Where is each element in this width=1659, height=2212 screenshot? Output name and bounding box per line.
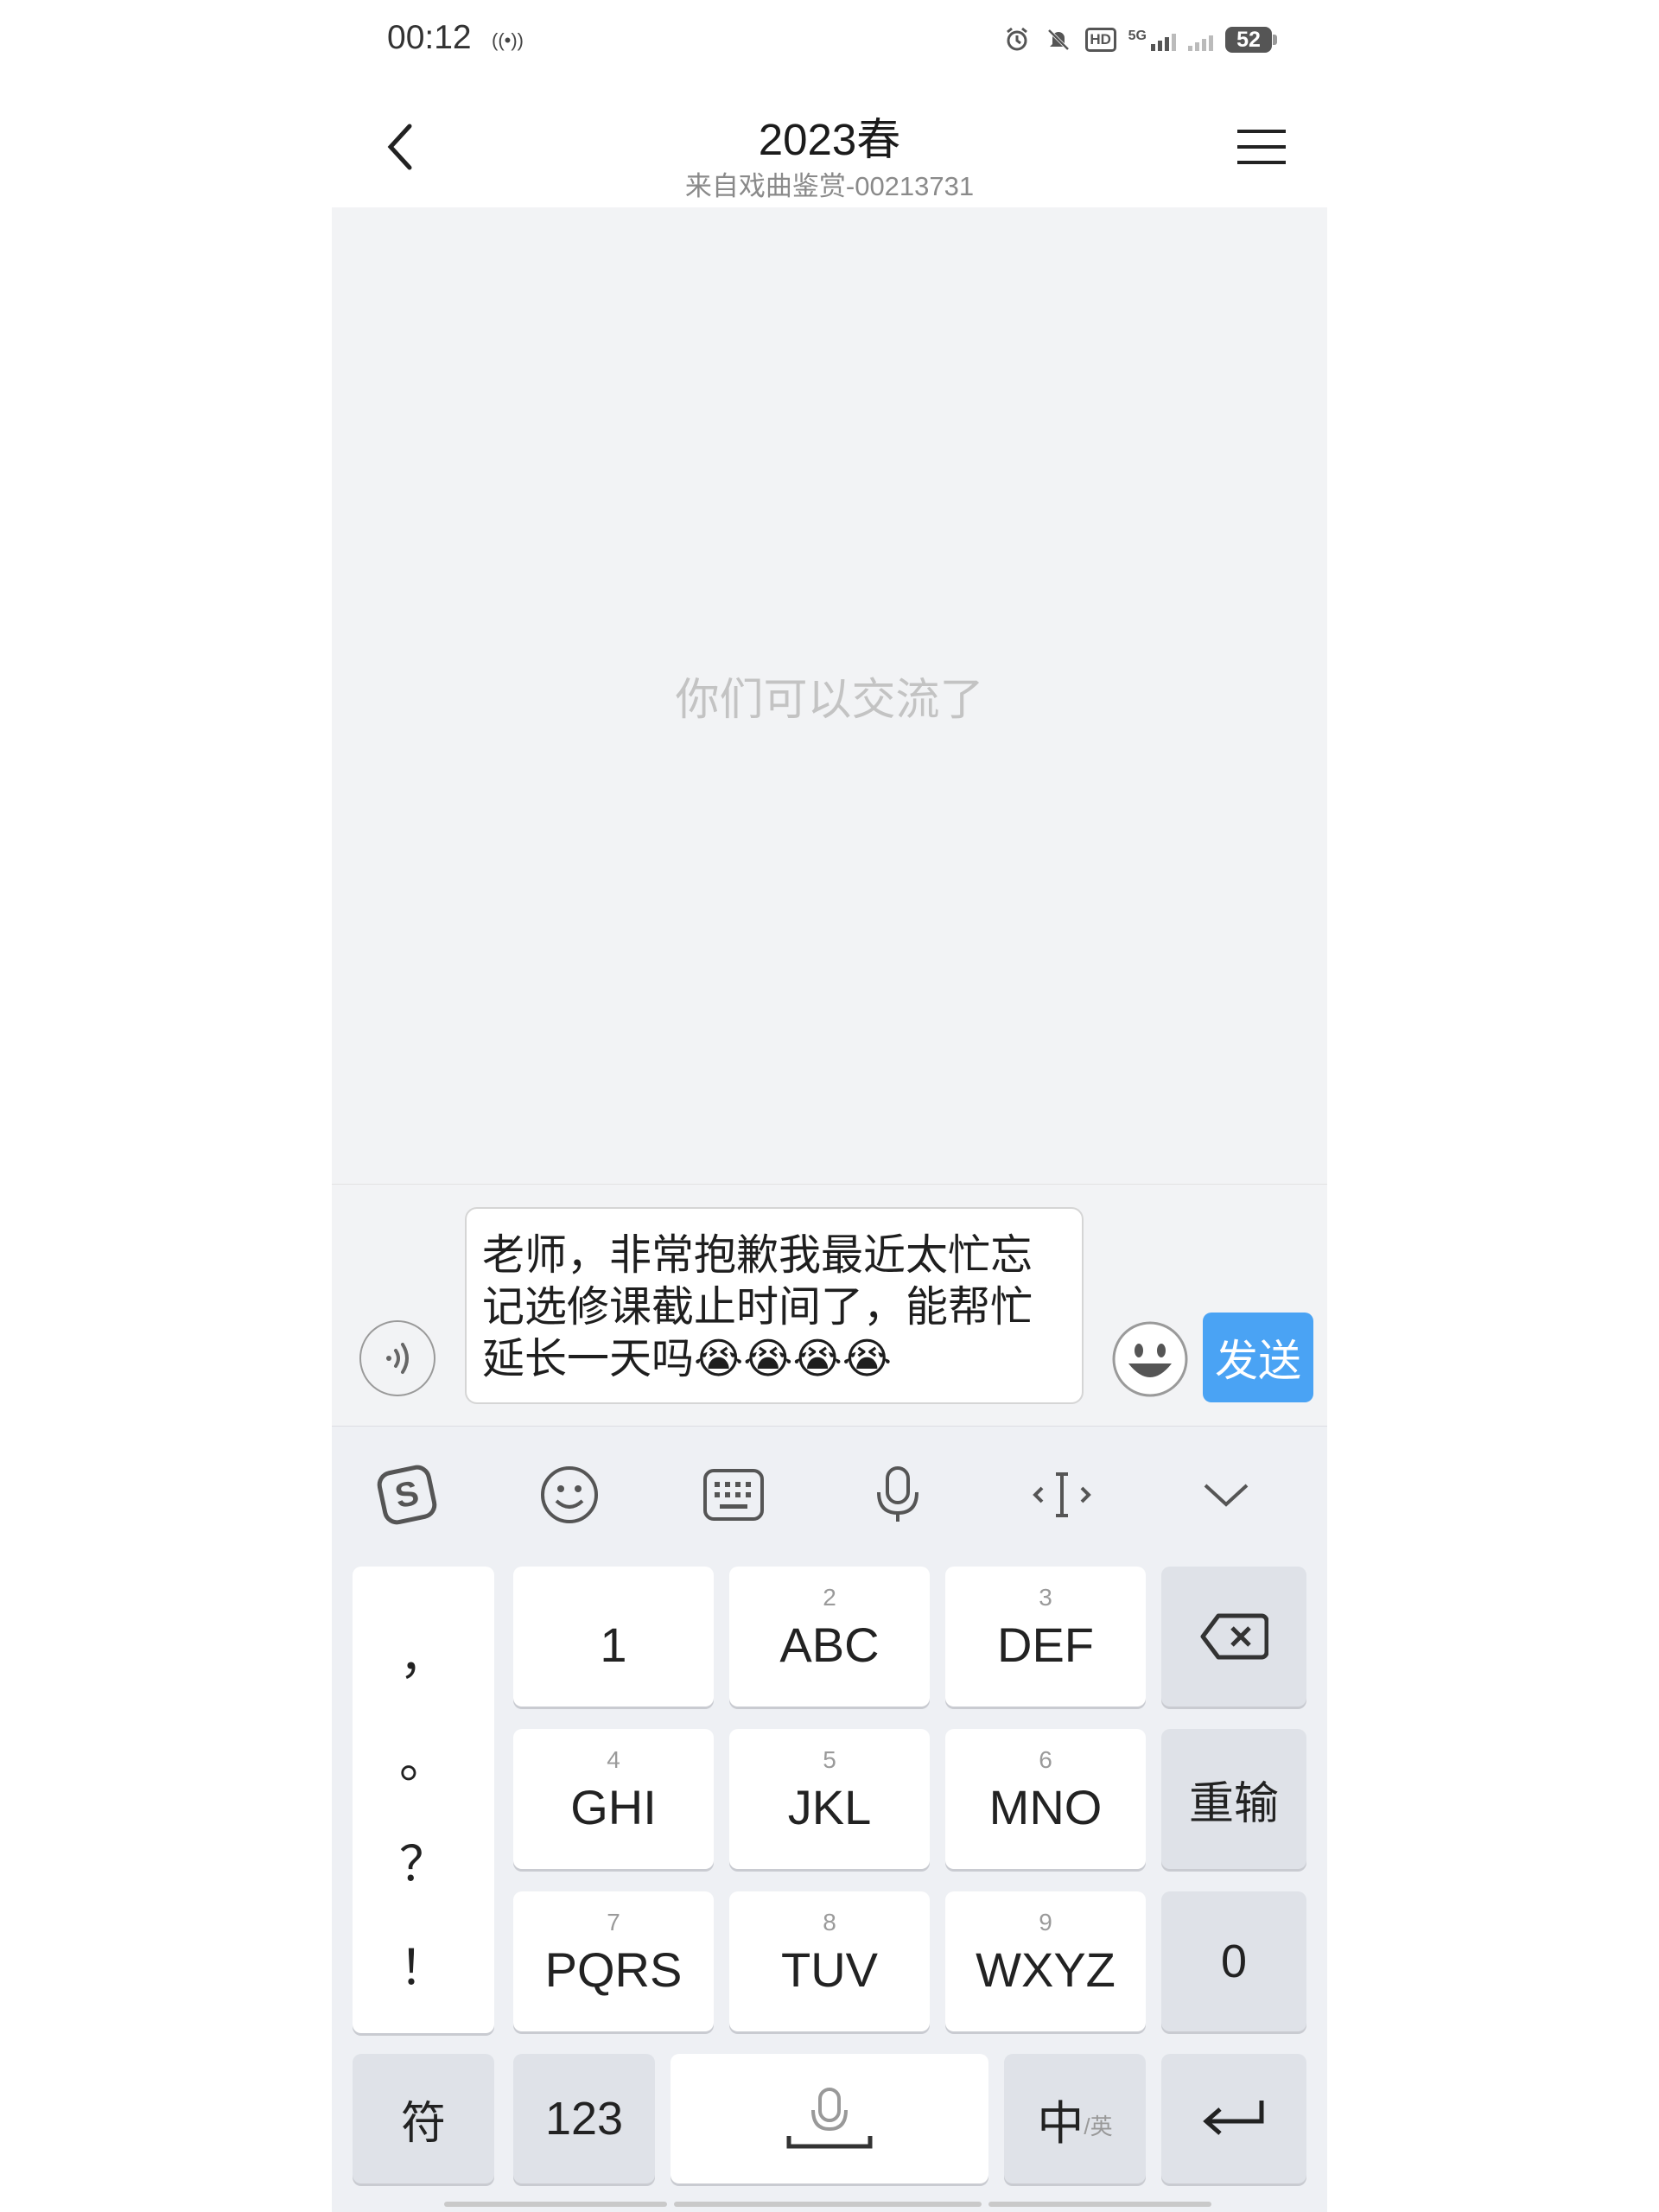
nfc-icon: ((•)) [492,29,524,51]
empty-chat-hint: 你们可以交流了 [675,675,984,724]
ime-keyboard: S ， 。 ？ ！ 1 2 ABC 3 DEF 4 GHI 5 JKL 6 MN… [332,1426,1327,2212]
key-1[interactable]: 1 [513,1567,714,1707]
space-key[interactable] [671,2054,988,2183]
chat-area[interactable]: 你们可以交流了 [332,207,1327,1184]
key-wxyz[interactable]: 9 WXYZ [945,1891,1146,2031]
key-abc[interactable]: 2 ABC [729,1567,930,1707]
status-bar: 00:12 ((•)) HD 5G 52 [332,0,1327,78]
space-mic-icon [786,2088,873,2149]
key-tuv[interactable]: 8 TUV [729,1891,930,2031]
composer-bar: 老师，非常抱歉我最近太忙忘记选修课截止时间了，能帮忙延长一天吗😭😭😭😭 发送 [332,1184,1327,1427]
keyboard-toolbar: S [332,1427,1327,1556]
mute-icon [1044,25,1073,54]
svg-text:S: S [391,1474,422,1516]
keyboard-icon[interactable] [695,1456,772,1534]
emoji-button[interactable] [1111,1320,1189,1398]
sogou-logo-icon[interactable]: S [368,1456,446,1534]
enter-key[interactable] [1161,2054,1306,2183]
key-ghi[interactable]: 4 GHI [513,1729,714,1869]
phone-screen: 00:12 ((•)) HD 5G 52 2023春 来自戏曲鉴赏-002137… [332,0,1327,2212]
punct-exclaim[interactable]: ！ [353,1929,494,1999]
punctuation-column: ， 。 ？ ！ [353,1567,494,2033]
punct-period[interactable]: 。 [353,1722,494,1792]
cursor-icon[interactable] [1023,1456,1101,1534]
mic-icon[interactable] [859,1456,937,1534]
hamburger-icon [1237,130,1286,164]
home-indicator [674,2202,982,2207]
punct-comma[interactable]: ， [353,1618,494,1688]
voice-icon [386,1343,409,1374]
enter-icon [1203,2101,1264,2135]
battery-indicator: 52 [1225,27,1277,53]
backspace-icon [1200,1613,1268,1660]
chat-header: 2023春 来自戏曲鉴赏-00213731 [332,78,1327,208]
lang-switch-key[interactable]: 中 /英 [1004,2054,1146,2183]
signal-5g-icon: 5G [1128,29,1176,51]
key-mno[interactable]: 6 MNO [945,1729,1146,1869]
page-subtitle: 来自戏曲鉴赏-00213731 [684,171,975,201]
network-label: 5G [1128,29,1147,43]
menu-button[interactable] [1227,112,1296,181]
message-input[interactable]: 老师，非常抱歉我最近太忙忘记选修课截止时间了，能帮忙延长一天吗😭😭😭😭 [465,1207,1084,1404]
number-mode-key[interactable]: 123 [513,2054,655,2183]
key-def[interactable]: 3 DEF [945,1567,1146,1707]
hd-badge: HD [1084,28,1116,52]
smiley-icon [1112,1321,1188,1397]
emoji-icon[interactable] [531,1456,608,1534]
send-button[interactable]: 发送 [1203,1313,1313,1402]
key-0[interactable]: 0 [1161,1891,1306,2031]
key-jkl[interactable]: 5 JKL [729,1729,930,1869]
home-indicator [988,2202,1211,2207]
status-time: 00:12 [387,19,472,56]
key-pqrs[interactable]: 7 PQRS [513,1891,714,2031]
home-indicator [444,2202,667,2207]
punct-question[interactable]: ？ [353,1826,494,1896]
alarm-icon [1002,25,1032,54]
voice-input-button[interactable] [359,1320,435,1396]
collapse-icon[interactable] [1187,1456,1265,1534]
status-icons: HD 5G 52 [1002,19,1277,60]
reset-key[interactable]: 重输 [1161,1729,1306,1869]
signal-icon [1188,29,1213,51]
page-title: 2023春 [758,115,901,164]
symbol-key[interactable]: 符 [353,2054,494,2183]
backspace-key[interactable] [1161,1567,1306,1707]
